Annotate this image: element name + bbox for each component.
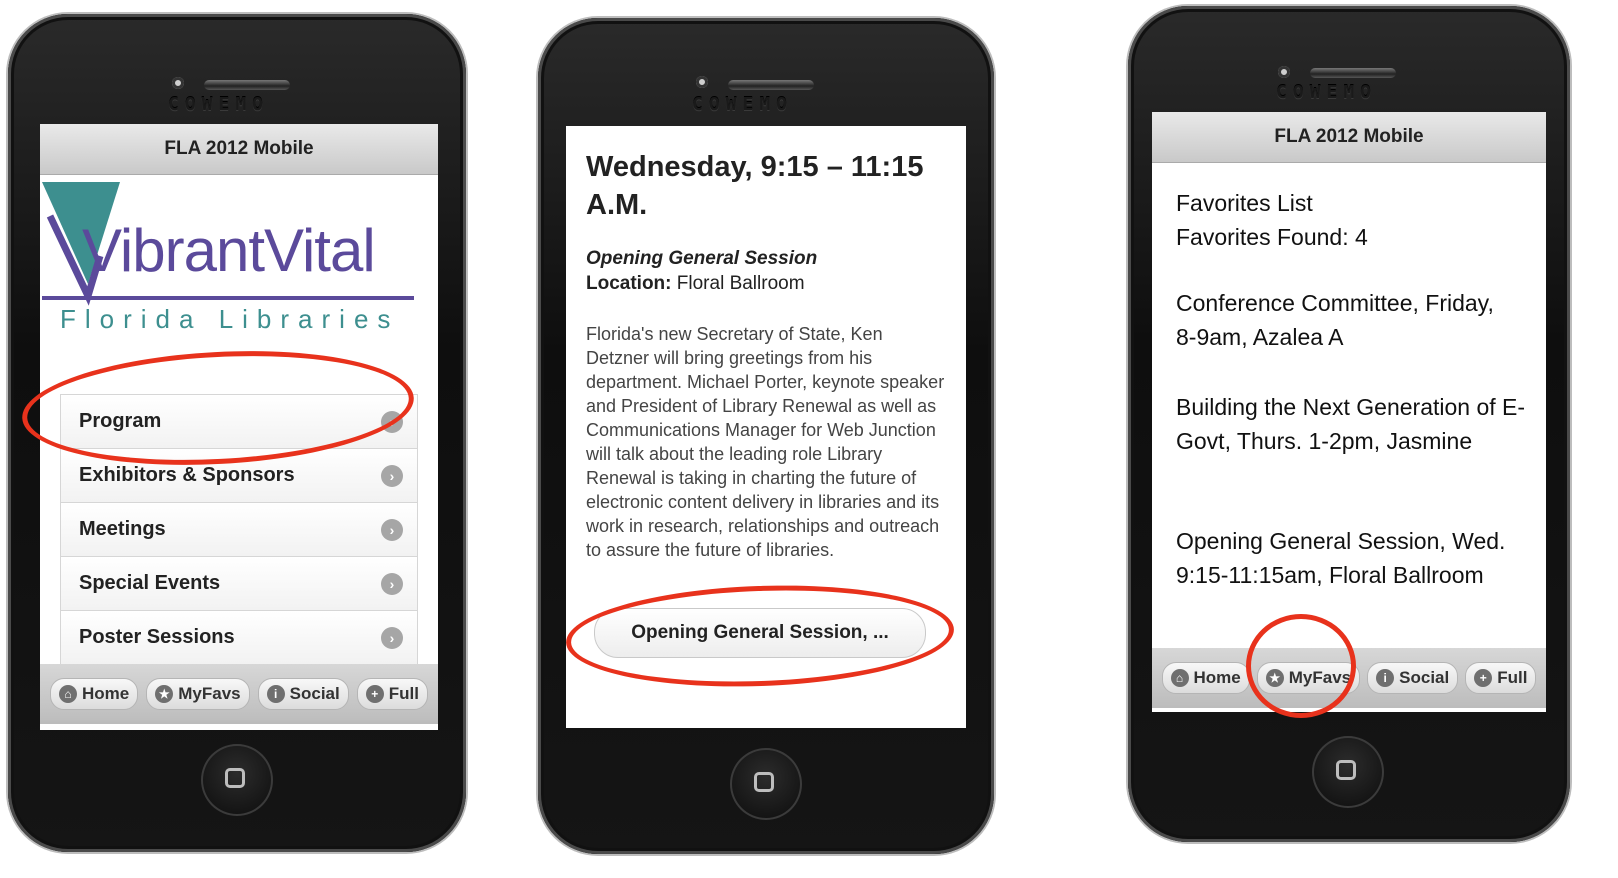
nav-full-button[interactable]: + Full [1465, 662, 1537, 694]
favorites-count: Favorites Found: 4 [1176, 224, 1368, 250]
home-icon: ⌂ [59, 685, 77, 703]
brand-logo: COWEMO [692, 94, 794, 115]
chevron-right-icon: › [381, 464, 403, 487]
menu-item-label: Exhibitors & Sponsors [79, 464, 295, 486]
footer-nav: ⌂ Home ★ MyFavs i Social + Full [40, 664, 438, 724]
header-title: FLA 2012 Mobile [1274, 126, 1424, 147]
social-icon: i [266, 685, 285, 703]
location-value: Floral Ballroom [676, 273, 805, 294]
app-header: FLA 2012 Mobile [40, 124, 438, 175]
nav-label: Home [1193, 668, 1241, 687]
nav-home-button[interactable]: ⌂ Home [50, 678, 139, 710]
phone-2: COWEMO Wednesday, 9:15 – 11:15 A.M. Open… [538, 18, 994, 854]
menu-item-special-events[interactable]: Special Events › [60, 556, 418, 610]
session-time-title: Wednesday, 9:15 – 11:15 A.M. [586, 151, 924, 221]
speaker-grille [728, 80, 814, 90]
logo-line2: Florida Libraries [60, 304, 400, 334]
plus-icon: + [1474, 669, 1493, 687]
header-title: FLA 2012 Mobile [164, 138, 314, 159]
camera-icon [172, 77, 184, 89]
nav-myfavs-button[interactable]: ★ MyFavs [146, 678, 250, 710]
nav-label: Full [1497, 668, 1528, 687]
chevron-right-icon: › [381, 518, 403, 541]
menu-item-label: Poster Sessions [79, 626, 235, 648]
brand-logo: COWEMO [1276, 82, 1378, 103]
speaker-grille [204, 80, 290, 90]
social-icon: i [1376, 669, 1395, 687]
conference-logo: VibrantVital Florida Libraries [42, 176, 432, 336]
camera-icon [696, 76, 708, 88]
favorite-item[interactable]: Opening General Session, Wed. 9:15-11:15… [1176, 524, 1516, 592]
home-hardware-button[interactable] [1312, 736, 1384, 808]
highlight-oval-myfavs [1246, 614, 1356, 718]
brand-logo: COWEMO [168, 94, 270, 115]
chevron-right-icon: › [381, 572, 403, 595]
nav-label: Social [1399, 668, 1450, 687]
nav-social-button[interactable]: i Social [257, 678, 349, 710]
speaker-grille [1310, 68, 1396, 78]
menu-item-label: Meetings [79, 518, 166, 540]
logo-subtitle: Florida Libraries [60, 304, 399, 335]
location-label: Location: [586, 273, 672, 294]
session-details: Opening General Session Location: Floral… [586, 246, 817, 296]
phone-3: COWEMO FLA 2012 Mobile Favorites List Fa… [1128, 6, 1570, 842]
nav-home-button[interactable]: ⌂ Home [1161, 662, 1250, 694]
screen-3: FLA 2012 Mobile Favorites List Favorites… [1152, 112, 1546, 712]
session-description: Florida's new Secretary of State, Ken De… [586, 324, 945, 560]
home-icon: ⌂ [1170, 669, 1189, 687]
nav-label: Home [82, 684, 130, 703]
nav-label: Social [289, 684, 340, 703]
menu-item-label: Special Events [79, 572, 221, 594]
home-hardware-button[interactable] [730, 748, 802, 820]
favorite-item[interactable]: Conference Committee, Friday, 8-9am, Aza… [1176, 286, 1516, 354]
nav-label: Full [388, 684, 419, 703]
nav-label: MyFavs [178, 684, 241, 703]
home-hardware-button[interactable] [201, 744, 273, 816]
nav-social-button[interactable]: i Social [1367, 662, 1459, 694]
star-icon: ★ [155, 685, 174, 703]
session-name: Opening General Session [586, 248, 818, 269]
home-square-icon [225, 768, 245, 788]
menu-item-meetings[interactable]: Meetings › [60, 502, 418, 556]
camera-icon [1278, 66, 1290, 78]
menu-item-poster-sessions[interactable]: Poster Sessions › [60, 610, 418, 664]
home-square-icon [1336, 760, 1356, 780]
plus-icon: + [365, 685, 384, 703]
home-square-icon [754, 772, 774, 792]
logo-title: VibrantVital [82, 216, 376, 285]
logo-line1: VibrantVital [82, 217, 376, 284]
nav-full-button[interactable]: + Full [356, 678, 428, 710]
chevron-right-icon: › [381, 626, 403, 649]
favorites-title: Favorites List [1176, 190, 1313, 216]
favorite-item[interactable]: Building the Next Generation of E-Govt, … [1176, 390, 1526, 458]
app-header: FLA 2012 Mobile [1152, 112, 1546, 163]
